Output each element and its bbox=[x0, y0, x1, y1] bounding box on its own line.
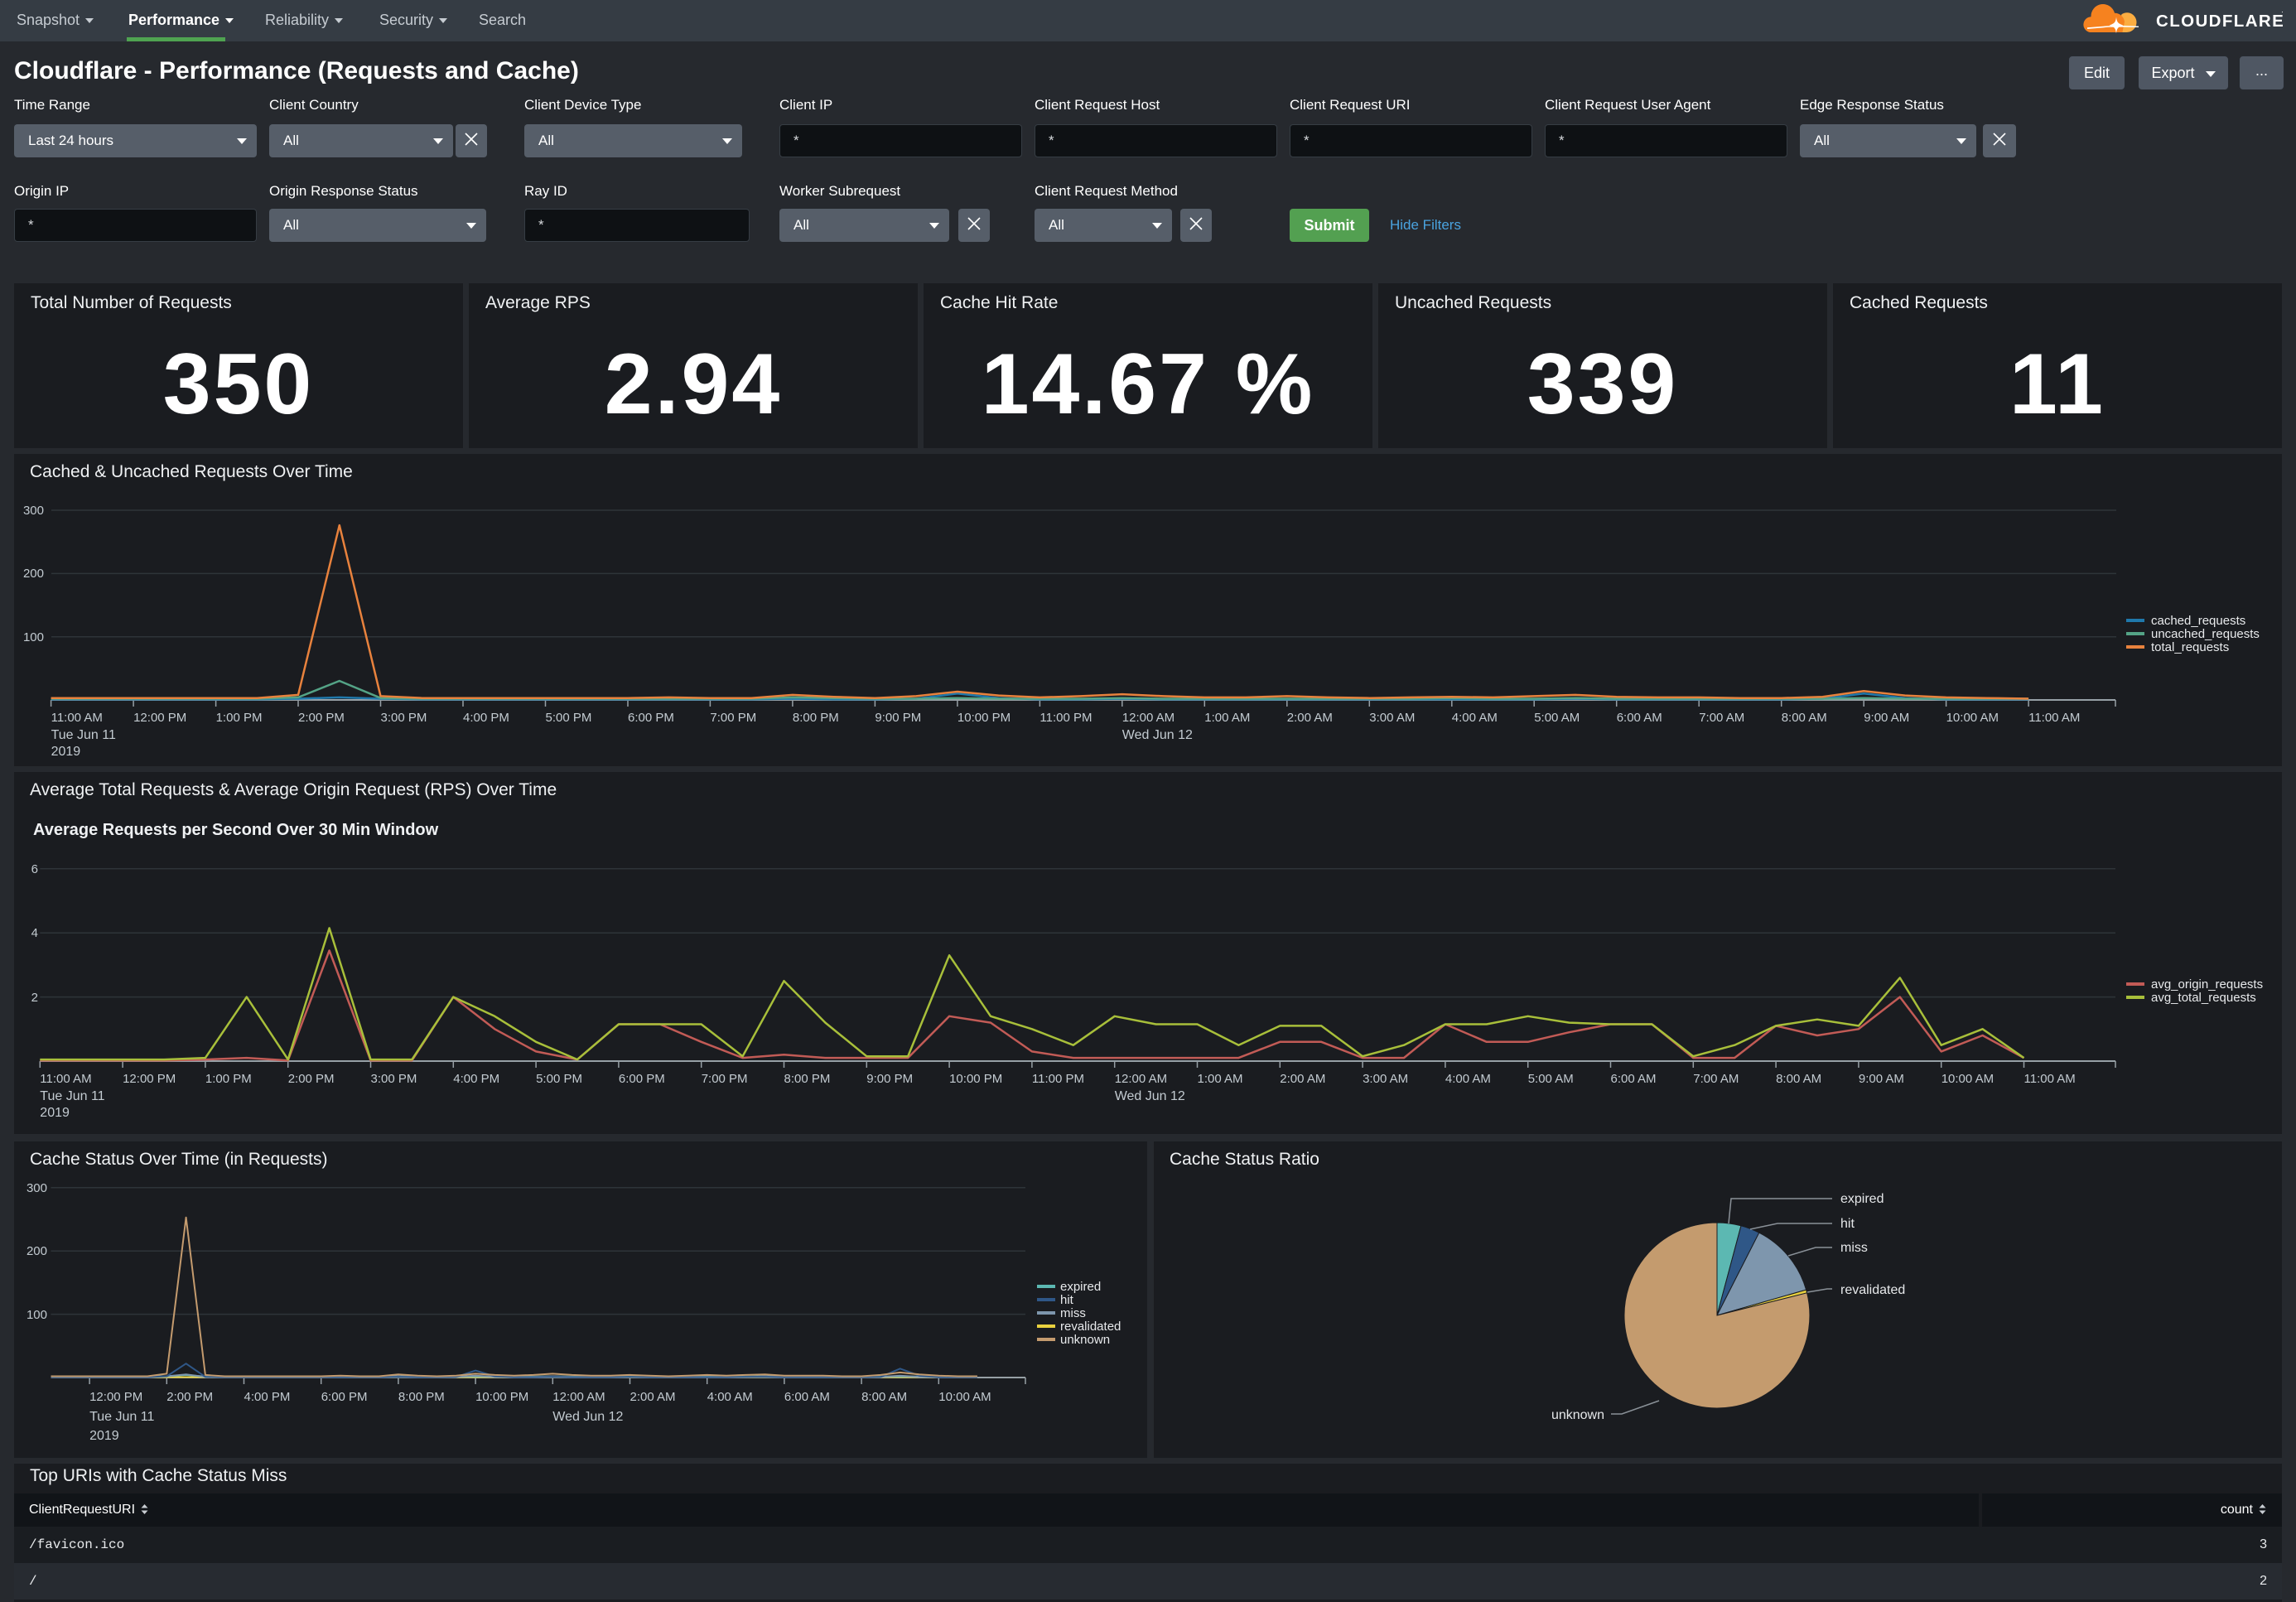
svg-text:3:00 PM: 3:00 PM bbox=[381, 711, 427, 725]
svg-text:2:00 AM: 2:00 AM bbox=[1287, 711, 1333, 725]
svg-text:7:00 PM: 7:00 PM bbox=[702, 1072, 748, 1086]
svg-text:8:00 PM: 8:00 PM bbox=[398, 1390, 445, 1404]
svg-text:1:00 AM: 1:00 AM bbox=[1198, 1072, 1243, 1086]
svg-text:3:00 AM: 3:00 AM bbox=[1363, 1072, 1408, 1086]
svg-text:revalidated: revalidated bbox=[1840, 1283, 1905, 1297]
svg-text:200: 200 bbox=[27, 1244, 47, 1258]
svg-text:12:00 PM: 12:00 PM bbox=[123, 1072, 176, 1086]
svg-text:10:00 AM: 10:00 AM bbox=[938, 1390, 991, 1404]
svg-text:3:00 PM: 3:00 PM bbox=[371, 1072, 417, 1086]
svg-text:11:00 AM: 11:00 AM bbox=[40, 1072, 91, 1086]
svg-text:11:00 AM: 11:00 AM bbox=[51, 711, 103, 725]
svg-text:revalidated: revalidated bbox=[1060, 1320, 1121, 1334]
svg-text:uncached_requests: uncached_requests bbox=[2151, 627, 2260, 641]
svg-text:200: 200 bbox=[23, 567, 44, 581]
svg-text:6:00 AM: 6:00 AM bbox=[1611, 1072, 1657, 1086]
svg-text:100: 100 bbox=[27, 1308, 47, 1322]
svg-text:12:00 AM: 12:00 AM bbox=[1115, 1072, 1167, 1086]
svg-text:hit: hit bbox=[1060, 1293, 1074, 1307]
svg-text:9:00 AM: 9:00 AM bbox=[1859, 1072, 1904, 1086]
svg-text:11:00 AM: 11:00 AM bbox=[2028, 711, 2080, 725]
svg-text:11:00 PM: 11:00 PM bbox=[1032, 1072, 1084, 1086]
svg-text:8:00 PM: 8:00 PM bbox=[793, 711, 839, 725]
svg-text:100: 100 bbox=[23, 630, 44, 644]
svg-text:avg_origin_requests: avg_origin_requests bbox=[2151, 977, 2263, 992]
svg-text:miss: miss bbox=[1060, 1306, 1086, 1320]
svg-text:12:00 PM: 12:00 PM bbox=[89, 1390, 142, 1404]
svg-text:7:00 PM: 7:00 PM bbox=[710, 711, 756, 725]
svg-text:8:00 PM: 8:00 PM bbox=[784, 1072, 831, 1086]
svg-text:6:00 PM: 6:00 PM bbox=[628, 711, 674, 725]
svg-text:expired: expired bbox=[1060, 1280, 1101, 1294]
svg-text:9:00 AM: 9:00 AM bbox=[1864, 711, 1909, 725]
svg-text:6:00 PM: 6:00 PM bbox=[619, 1072, 665, 1086]
svg-text:11:00 PM: 11:00 PM bbox=[1039, 711, 1092, 725]
svg-text:4:00 AM: 4:00 AM bbox=[707, 1390, 753, 1404]
svg-text:2:00 PM: 2:00 PM bbox=[166, 1390, 213, 1404]
svg-text:11:00 AM: 11:00 AM bbox=[2024, 1072, 2076, 1086]
svg-text:6:00 AM: 6:00 AM bbox=[784, 1390, 830, 1404]
svg-text:300: 300 bbox=[23, 504, 44, 518]
svg-text:Tue Jun 11: Tue Jun 11 bbox=[51, 728, 116, 742]
svg-text:7:00 AM: 7:00 AM bbox=[1693, 1072, 1739, 1086]
svg-text:total_requests: total_requests bbox=[2151, 640, 2229, 654]
svg-text:4:00 PM: 4:00 PM bbox=[463, 711, 509, 725]
svg-text:6:00 AM: 6:00 AM bbox=[1617, 711, 1662, 725]
svg-text:4:00 PM: 4:00 PM bbox=[244, 1390, 291, 1404]
svg-text:avg_total_requests: avg_total_requests bbox=[2151, 991, 2256, 1005]
svg-text:2: 2 bbox=[31, 991, 38, 1005]
svg-text:8:00 AM: 8:00 AM bbox=[1782, 711, 1827, 725]
svg-text:10:00 PM: 10:00 PM bbox=[957, 711, 1011, 725]
svg-text:4:00 AM: 4:00 AM bbox=[1445, 1072, 1491, 1086]
svg-text:CLOUDFLARE: CLOUDFLARE bbox=[2156, 12, 2284, 31]
svg-text:2019: 2019 bbox=[51, 745, 81, 759]
svg-text:cached_requests: cached_requests bbox=[2151, 614, 2245, 628]
svg-text:Tue Jun 11: Tue Jun 11 bbox=[89, 1410, 154, 1424]
svg-text:1:00 PM: 1:00 PM bbox=[205, 1072, 252, 1086]
svg-text:1:00 AM: 1:00 AM bbox=[1204, 711, 1250, 725]
svg-text:7:00 AM: 7:00 AM bbox=[1699, 711, 1744, 725]
svg-text:9:00 PM: 9:00 PM bbox=[866, 1072, 913, 1086]
svg-text:5:00 AM: 5:00 AM bbox=[1534, 711, 1580, 725]
svg-text:5:00 AM: 5:00 AM bbox=[1528, 1072, 1574, 1086]
svg-text:5:00 PM: 5:00 PM bbox=[536, 1072, 582, 1086]
svg-text:Wed Jun 12: Wed Jun 12 bbox=[552, 1410, 623, 1424]
svg-text:6: 6 bbox=[31, 862, 38, 876]
svg-text:12:00 AM: 12:00 AM bbox=[552, 1390, 605, 1404]
svg-text:expired: expired bbox=[1840, 1192, 1884, 1206]
svg-text:unknown: unknown bbox=[1060, 1333, 1110, 1347]
svg-text:5:00 PM: 5:00 PM bbox=[546, 711, 592, 725]
svg-text:10:00 PM: 10:00 PM bbox=[475, 1390, 528, 1404]
svg-text:4:00 PM: 4:00 PM bbox=[453, 1072, 499, 1086]
svg-text:2:00 PM: 2:00 PM bbox=[298, 711, 345, 725]
svg-text:2:00 PM: 2:00 PM bbox=[288, 1072, 335, 1086]
svg-text:10:00 AM: 10:00 AM bbox=[1941, 1072, 1994, 1086]
svg-text:unknown: unknown bbox=[1551, 1408, 1604, 1422]
svg-text:miss: miss bbox=[1840, 1241, 1868, 1255]
svg-text:2:00 AM: 2:00 AM bbox=[630, 1390, 676, 1404]
svg-text:2019: 2019 bbox=[89, 1429, 119, 1443]
svg-text:10:00 AM: 10:00 AM bbox=[1946, 711, 1999, 725]
svg-text:8:00 AM: 8:00 AM bbox=[861, 1390, 907, 1404]
svg-text:12:00 AM: 12:00 AM bbox=[1122, 711, 1175, 725]
svg-text:Tue Jun 11: Tue Jun 11 bbox=[40, 1089, 104, 1103]
svg-text:6:00 PM: 6:00 PM bbox=[321, 1390, 368, 1404]
svg-text:300: 300 bbox=[27, 1181, 47, 1195]
svg-text:2019: 2019 bbox=[40, 1106, 70, 1120]
svg-text:Wed Jun 12: Wed Jun 12 bbox=[1122, 728, 1193, 742]
svg-text:·: · bbox=[2281, 7, 2284, 16]
svg-text:10:00 PM: 10:00 PM bbox=[949, 1072, 1002, 1086]
svg-text:9:00 PM: 9:00 PM bbox=[875, 711, 921, 725]
svg-text:8:00 AM: 8:00 AM bbox=[1776, 1072, 1821, 1086]
svg-text:4: 4 bbox=[31, 926, 38, 940]
svg-text:4:00 AM: 4:00 AM bbox=[1452, 711, 1498, 725]
svg-text:12:00 PM: 12:00 PM bbox=[133, 711, 186, 725]
svg-text:3:00 AM: 3:00 AM bbox=[1369, 711, 1415, 725]
svg-text:hit: hit bbox=[1840, 1217, 1855, 1231]
svg-text:Wed Jun 12: Wed Jun 12 bbox=[1115, 1089, 1185, 1103]
svg-text:1:00 PM: 1:00 PM bbox=[216, 711, 263, 725]
svg-text:2:00 AM: 2:00 AM bbox=[1280, 1072, 1325, 1086]
